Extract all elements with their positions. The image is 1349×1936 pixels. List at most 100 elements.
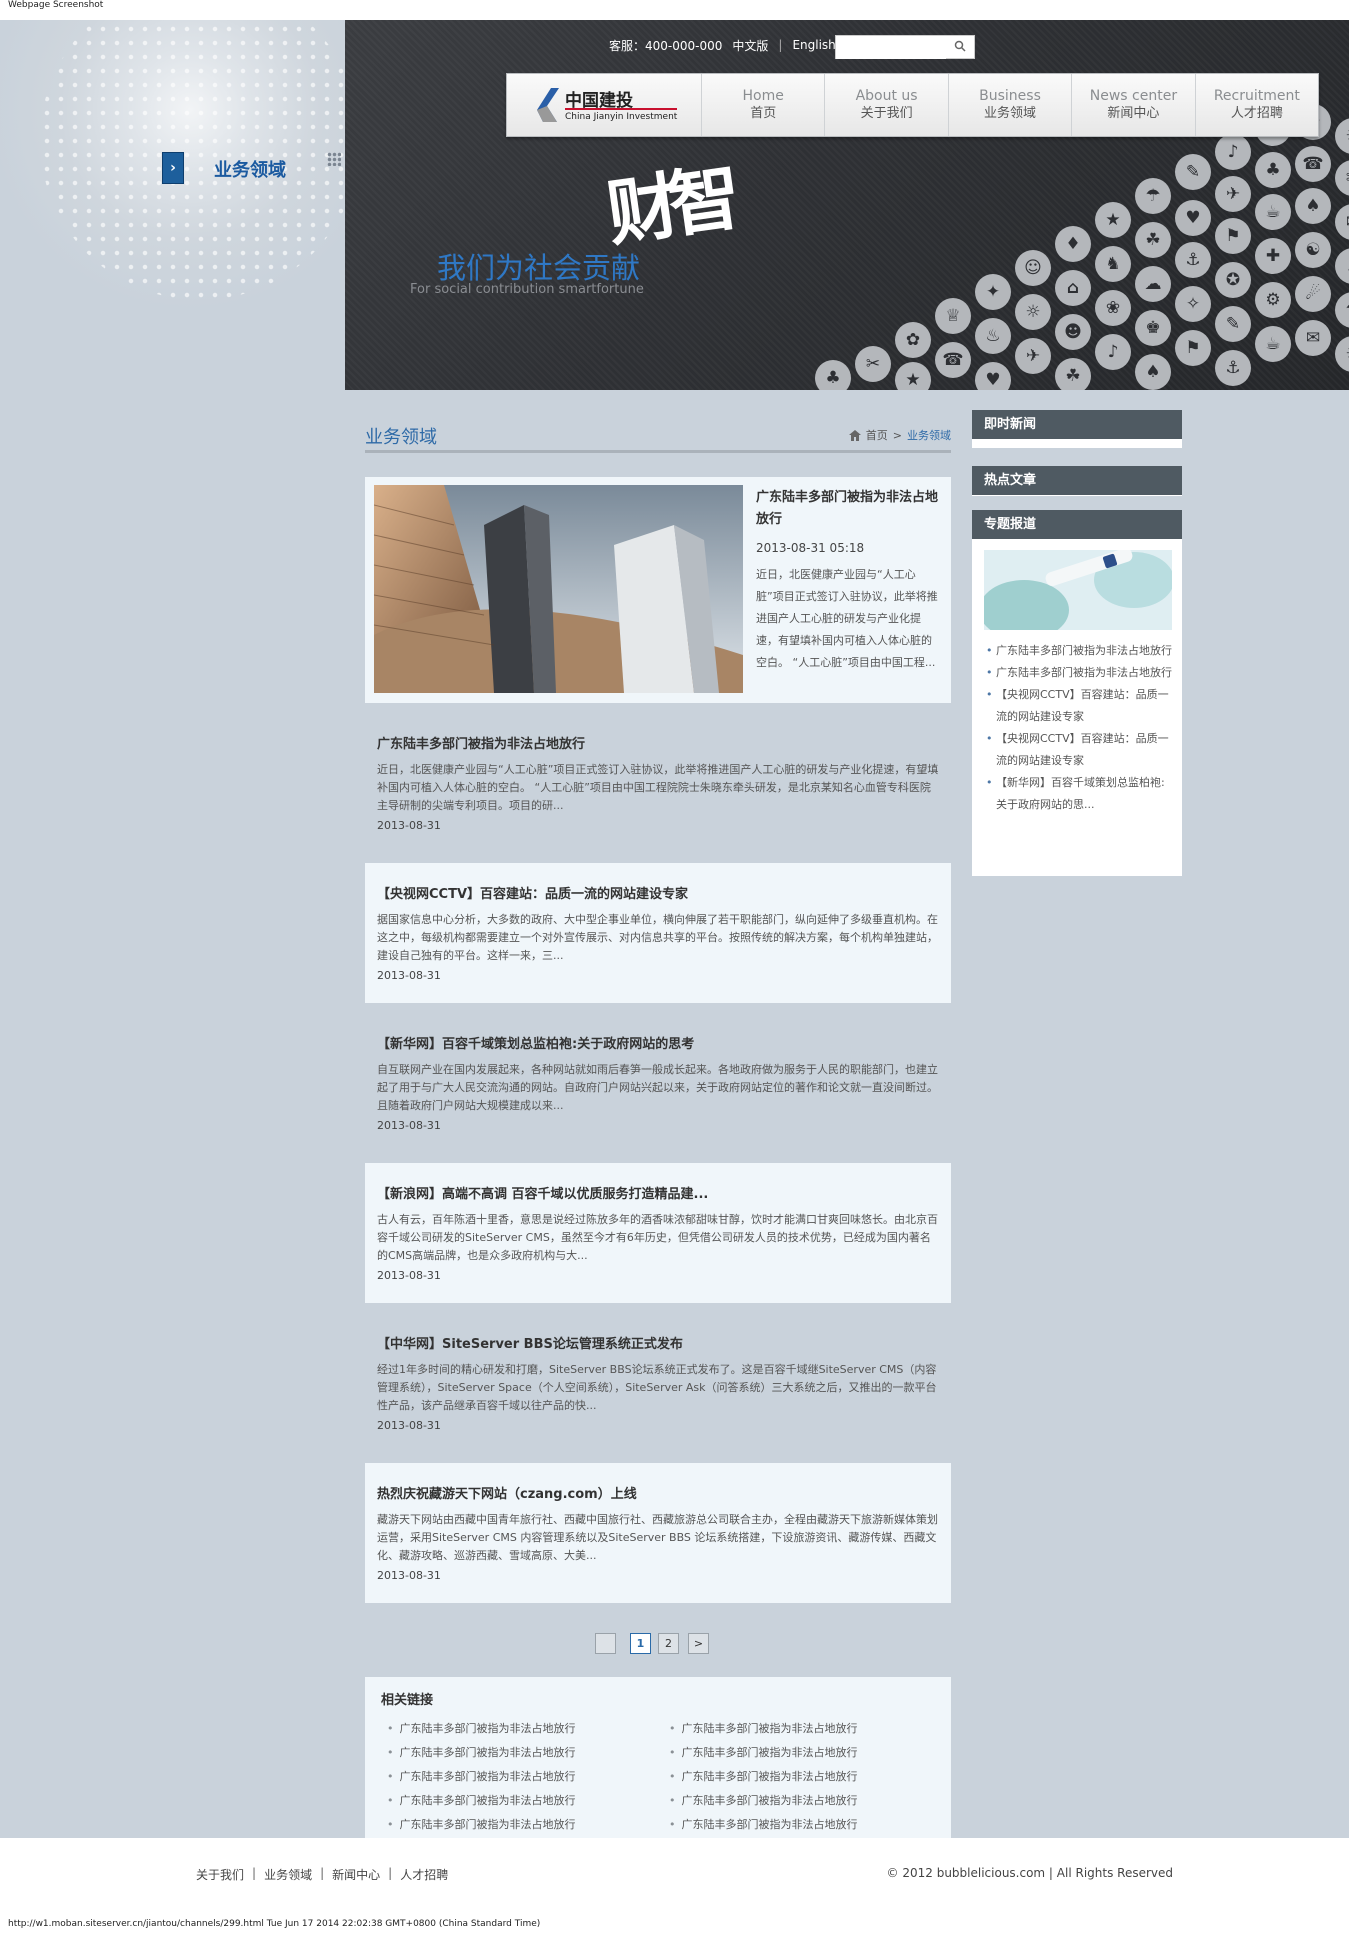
bubble-icon: ✎ <box>1175 154 1211 190</box>
article-title[interactable]: 热烈庆祝藏游天下网站（czang.com）上线 <box>377 1483 637 1502</box>
bubble-icon: ☂ <box>1135 178 1171 214</box>
breadcrumb-current[interactable]: 业务领域 <box>907 427 951 443</box>
special-report-image[interactable] <box>984 550 1172 630</box>
lang-cn-link[interactable]: 中文版 <box>732 37 768 54</box>
bubble-icon: ☀ <box>1335 118 1349 154</box>
bubble-icon: ✉ <box>1295 320 1331 356</box>
sidebar-link[interactable]: 【央视网CCTV】百容建站：品质一流的网站建设专家 <box>986 684 1174 728</box>
nav-item-business[interactable]: Business 业务领域 <box>949 74 1073 136</box>
sidebox-special-reports: 专题报道 广东陆丰多部门被指为非法占地放行 广东陆丰多部门被指为非法占地放行 【… <box>972 510 1182 876</box>
featured-article[interactable]: 广东陆丰多部门被指为非法占地放行 2013-08-31 05:18 近日，北医健… <box>365 477 951 703</box>
pager-page-2[interactable]: 2 <box>658 1633 679 1654</box>
article-title[interactable]: 【新华网】百容千域策划总监柏袍:关于政府网站的思考 <box>377 1033 694 1052</box>
article-item[interactable]: 广东陆丰多部门被指为非法占地放行 近日，北医健康产业园与“人工心脏”项目正式签订… <box>365 713 951 853</box>
pager-next[interactable]: > <box>688 1633 709 1654</box>
bubble-icon: ✂ <box>855 346 891 382</box>
top-utility-bar: 客服：400-000-000 中文版 | English <box>609 33 836 57</box>
footer-links: 关于我们 | 业务领域 | 新闻中心 | 人才招聘 <box>196 1866 448 1883</box>
bubble-icon: ☀ <box>1335 336 1349 372</box>
logo-text-en: China Jianyin Investment <box>565 112 678 122</box>
article-date: 2013-08-31 <box>377 1419 441 1432</box>
arrow-right-icon[interactable]: › <box>162 152 184 184</box>
sidebar-link[interactable]: 【央视网CCTV】百容建站：品质一流的网站建设专家 <box>986 728 1174 772</box>
bubble-icon: ★ <box>1095 202 1131 238</box>
related-link[interactable]: 广东陆丰多部门被指为非法占地放行 <box>387 1813 576 1837</box>
related-list-right: 广东陆丰多部门被指为非法占地放行 广东陆丰多部门被指为非法占地放行 广东陆丰多部… <box>669 1717 858 1837</box>
nav-label-en: Recruitment <box>1213 88 1300 104</box>
left-column: › 业务领域 <box>0 20 345 1840</box>
article-title[interactable]: 广东陆丰多部门被指为非法占地放行 <box>377 733 585 752</box>
bubble-icon: ⚓ <box>1175 242 1211 278</box>
nav-item-recruitment[interactable]: Recruitment 人才招聘 <box>1196 74 1318 136</box>
article-date: 2013-08-31 <box>377 1119 441 1132</box>
lang-en-link[interactable]: English <box>792 38 835 52</box>
article-item[interactable]: 【新浪网】高端不高调 百容千域以优质服务打造精品建... 古人有云，百年陈酒十里… <box>365 1163 951 1303</box>
home-icon[interactable] <box>848 429 861 441</box>
related-link[interactable]: 广东陆丰多部门被指为非法占地放行 <box>387 1789 576 1813</box>
related-link[interactable]: 广东陆丰多部门被指为非法占地放行 <box>669 1717 858 1741</box>
nav-label-cn: 业务领域 <box>984 106 1037 121</box>
related-link[interactable]: 广东陆丰多部门被指为非法占地放行 <box>669 1741 858 1765</box>
featured-text: 近日，北医健康产业园与“人工心脏”项目正式签订入驻协议，此举将推进国产人工心脏的… <box>756 568 938 669</box>
sidebox-title[interactable]: 即时新闻 <box>972 410 1182 439</box>
footer-link-news[interactable]: 新闻中心 <box>332 1866 380 1883</box>
article-title[interactable]: 【新浪网】高端不高调 百容千域以优质服务打造精品建... <box>377 1183 708 1202</box>
footer-link-recruitment[interactable]: 人才招聘 <box>400 1866 448 1883</box>
bubble-icon: ⚙ <box>1255 282 1291 318</box>
article-item[interactable]: 【中华网】SiteServer BBS论坛管理系统正式发布 经过1年多时间的精心… <box>365 1313 951 1453</box>
article-item[interactable]: 【新华网】百容千域策划总监柏袍:关于政府网站的思考 自互联网产业在国内发展起来，… <box>365 1013 951 1153</box>
header-banner: 客服：400-000-000 中文版 | English 财智 我们为社会贡献 … <box>345 20 1349 390</box>
breadcrumb-home[interactable]: 首页 <box>866 427 888 443</box>
footer-sep: | <box>252 1866 257 1880</box>
nav-label-en: Home <box>742 88 784 104</box>
nav-item-about[interactable]: About us 关于我们 <box>825 74 949 136</box>
sidebar-link[interactable]: 广东陆丰多部门被指为非法占地放行 <box>986 640 1174 662</box>
bubble-icon: ☕ <box>1255 194 1291 230</box>
article-item[interactable]: 热烈庆祝藏游天下网站（czang.com）上线 藏游天下网站由西藏中国青年旅行社… <box>365 1463 951 1603</box>
article-item[interactable]: 【央视网CCTV】百容建站：品质一流的网站建设专家 据国家信息中心分析，大多数的… <box>365 863 951 1003</box>
lang-divider: | <box>778 38 783 52</box>
search-box <box>835 35 975 59</box>
related-link[interactable]: 广东陆丰多部门被指为非法占地放行 <box>669 1765 858 1789</box>
related-link[interactable]: 广东陆丰多部门被指为非法占地放行 <box>387 1741 576 1765</box>
pager-page-1[interactable]: 1 <box>630 1633 651 1654</box>
bubble-icon: ☘ <box>1135 222 1171 258</box>
search-input[interactable] <box>836 36 946 59</box>
site-logo[interactable]: 中国建投 China Jianyin Investment <box>507 74 702 136</box>
related-link[interactable]: 广东陆丰多部门被指为非法占地放行 <box>669 1813 858 1837</box>
bubble-icon: ♥ <box>1175 200 1211 236</box>
logo-mark-icon <box>537 88 559 122</box>
article-date: 2013-08-31 <box>377 969 441 982</box>
footer-copyright: © 2012 bubblelicious.com | All Rights Re… <box>886 1866 1173 1880</box>
footer: 关于我们 | 业务领域 | 新闻中心 | 人才招聘 © 2012 bubblel… <box>0 1838 1349 1898</box>
related-link[interactable]: 广东陆丰多部门被指为非法占地放行 <box>387 1765 576 1789</box>
bubble-icon: ✪ <box>1215 262 1251 298</box>
bubble-icon: ♪ <box>1095 334 1131 370</box>
sidebox-title[interactable]: 专题报道 <box>972 510 1182 539</box>
bubble-icon: ☄ <box>1295 276 1331 312</box>
sidebox-title[interactable]: 热点文章 <box>972 466 1182 495</box>
grid-dots-icon <box>327 152 341 166</box>
breadcrumb-sep: > <box>892 428 902 442</box>
footer-link-about[interactable]: 关于我们 <box>196 1866 244 1883</box>
footer-link-business[interactable]: 业务领域 <box>264 1866 312 1883</box>
related-links: 相关链接 广东陆丰多部门被指为非法占地放行 广东陆丰多部门被指为非法占地放行 广… <box>365 1677 951 1840</box>
featured-title[interactable]: 广东陆丰多部门被指为非法占地放行 <box>756 487 941 531</box>
nav-item-home[interactable]: Home 首页 <box>702 74 826 136</box>
pager-prev[interactable] <box>595 1633 616 1654</box>
related-link[interactable]: 广东陆丰多部门被指为非法占地放行 <box>669 1789 858 1813</box>
screenshot-caption: Webpage Screenshot <box>8 0 104 10</box>
bubble-icon: ✎ <box>1215 306 1251 342</box>
sidebar-link[interactable]: 广东陆丰多部门被指为非法占地放行 <box>986 662 1174 684</box>
sidebar-link[interactable]: 【新华网】百容千域策划总监柏袍:关于政府网站的思... <box>986 772 1174 816</box>
bubble-icon: ♣ <box>1255 152 1291 188</box>
search-icon[interactable] <box>954 40 966 52</box>
related-link[interactable]: 广东陆丰多部门被指为非法占地放行 <box>387 1717 576 1741</box>
article-title[interactable]: 【中华网】SiteServer BBS论坛管理系统正式发布 <box>377 1333 683 1352</box>
nav-item-news[interactable]: News center 新闻中心 <box>1072 74 1196 136</box>
nav-label-cn: 新闻中心 <box>1107 106 1160 121</box>
left-menu-header[interactable]: › 业务领域 <box>162 152 342 184</box>
featured-image[interactable] <box>374 485 743 693</box>
article-title[interactable]: 【央视网CCTV】百容建站：品质一流的网站建设专家 <box>377 883 688 902</box>
bubble-icon: ♕ <box>935 298 971 334</box>
